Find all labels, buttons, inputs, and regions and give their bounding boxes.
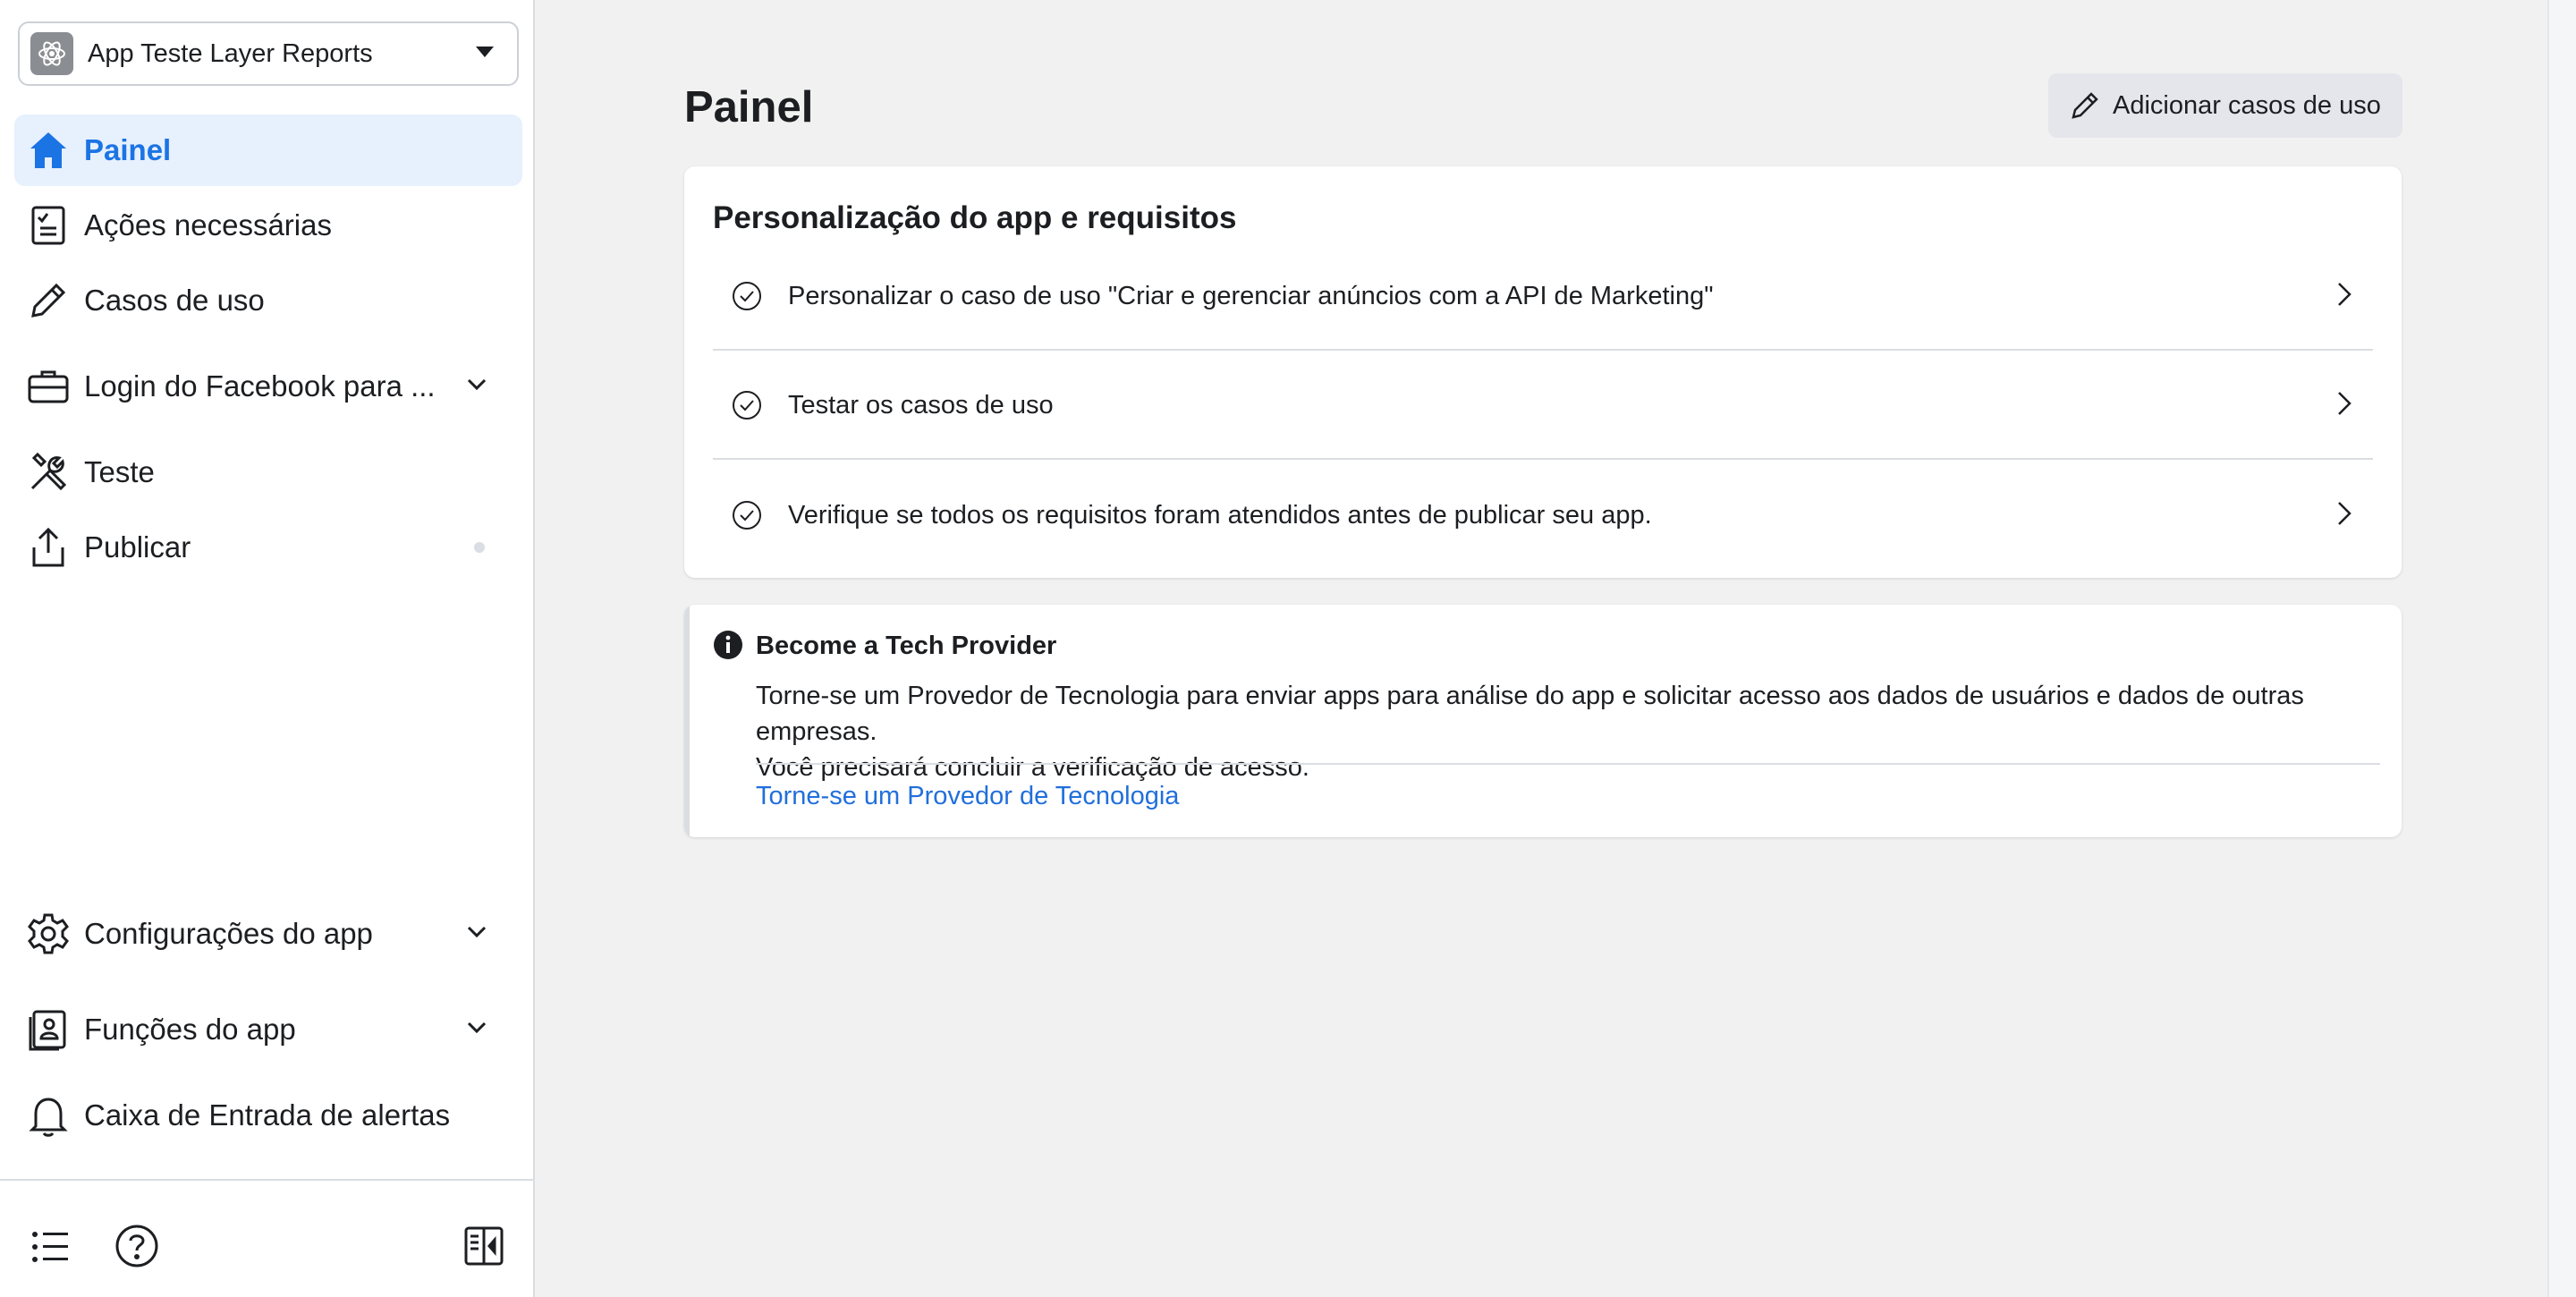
tools-icon — [25, 449, 72, 496]
sidebar-item-alertas[interactable]: Caixa de Entrada de alertas — [14, 1080, 522, 1151]
upload-icon — [25, 524, 72, 571]
sidebar-item-label: Configurações do app — [84, 917, 373, 950]
tech-provider-title: Become a Tech Provider — [756, 632, 1057, 660]
tech-provider-card: Become a Tech Provider Torne-se um Prove… — [684, 605, 2402, 837]
sidebar-item-label: Ações necessárias — [84, 208, 332, 242]
sidebar-item-label: Publicar — [84, 530, 191, 564]
requirement-row[interactable]: Testar os casos de uso — [713, 352, 2373, 460]
tech-provider-description-line: Você precisará concluir a verificação de… — [756, 753, 1309, 782]
sidebar-item-label: Login do Facebook para ... — [84, 369, 436, 403]
requirement-row[interactable]: Personalizar o caso de uso "Criar e gere… — [713, 243, 2373, 351]
card-accent-bar — [684, 605, 690, 837]
requirements-card-title: Personalização do app e requisitos — [713, 200, 1237, 235]
sidebar-item-funcoes[interactable]: Funções do app — [14, 994, 522, 1065]
add-use-cases-label: Adicionar casos de uso — [2113, 90, 2381, 120]
sidebar-item-label: Painel — [84, 133, 172, 166]
sidebar-item-login-facebook[interactable]: Login do Facebook para ... — [14, 351, 522, 422]
chevron-right-icon — [2337, 282, 2351, 311]
caret-down-icon — [476, 46, 494, 62]
sidebar-item-acoes[interactable]: Ações necessárias — [14, 190, 522, 261]
chevron-down-icon[interactable] — [467, 378, 487, 395]
sidebar-item-teste[interactable]: Teste — [14, 437, 522, 508]
requirement-text: Personalizar o caso de uso "Criar e gere… — [788, 281, 1714, 310]
requirement-text: Verifique se todos os requisitos foram a… — [788, 500, 1652, 530]
sidebar-item-label: Funções do app — [84, 1013, 296, 1046]
collapse-sidebar-icon[interactable] — [463, 1225, 504, 1267]
app-name: App Teste Layer Reports — [88, 38, 373, 68]
chevron-down-icon[interactable] — [467, 1021, 487, 1038]
sidebar: App Teste Layer Reports Painel Ações nec… — [0, 0, 535, 1297]
tech-provider-description-line: Torne-se um Provedor de Tecnologia para … — [756, 682, 2304, 746]
sidebar-item-publicar[interactable]: Publicar — [14, 512, 522, 583]
tech-provider-description: Torne-se um Provedor de Tecnologia para … — [756, 678, 2366, 785]
check-circle-icon — [731, 499, 763, 531]
become-tech-provider-link[interactable]: Torne-se um Provedor de Tecnologia — [756, 782, 1179, 811]
chevron-down-icon[interactable] — [467, 926, 487, 943]
app-selector[interactable]: App Teste Layer Reports — [18, 21, 519, 86]
check-circle-icon — [731, 389, 763, 421]
sidebar-divider — [0, 1179, 535, 1181]
status-dot — [474, 542, 485, 553]
bell-icon — [25, 1092, 72, 1139]
gear-icon — [25, 911, 72, 957]
sidebar-item-label: Casos de uso — [84, 284, 265, 317]
sidebar-item-label: Teste — [84, 455, 155, 488]
page-title: Painel — [684, 83, 814, 131]
divider — [756, 763, 2380, 765]
help-icon[interactable] — [114, 1224, 159, 1268]
pencil-icon — [25, 277, 72, 324]
requirement-text: Testar os casos de uso — [788, 390, 1054, 420]
check-circle-icon — [731, 280, 763, 312]
sidebar-item-casos-de-uso[interactable]: Casos de uso — [14, 265, 522, 336]
chevron-right-icon — [2337, 391, 2351, 420]
requirement-row[interactable]: Verifique se todos os requisitos foram a… — [713, 462, 2373, 569]
scrollbar-track[interactable] — [2547, 0, 2576, 1297]
briefcase-icon — [25, 363, 72, 410]
pencil-icon — [2070, 90, 2100, 121]
checklist-icon — [25, 202, 72, 249]
requirements-card: Personalização do app e requisitos Perso… — [684, 166, 2402, 578]
add-use-cases-button[interactable]: Adicionar casos de uso — [2048, 73, 2402, 138]
list-icon[interactable] — [30, 1227, 70, 1267]
info-icon — [713, 630, 743, 665]
home-icon — [25, 127, 72, 174]
atom-icon — [30, 32, 73, 75]
sidebar-item-label: Caixa de Entrada de alertas — [84, 1098, 451, 1132]
sidebar-item-configuracoes[interactable]: Configurações do app — [14, 898, 522, 970]
id-card-icon — [25, 1006, 72, 1053]
chevron-right-icon — [2337, 501, 2351, 530]
sidebar-item-painel[interactable]: Painel — [14, 114, 522, 186]
